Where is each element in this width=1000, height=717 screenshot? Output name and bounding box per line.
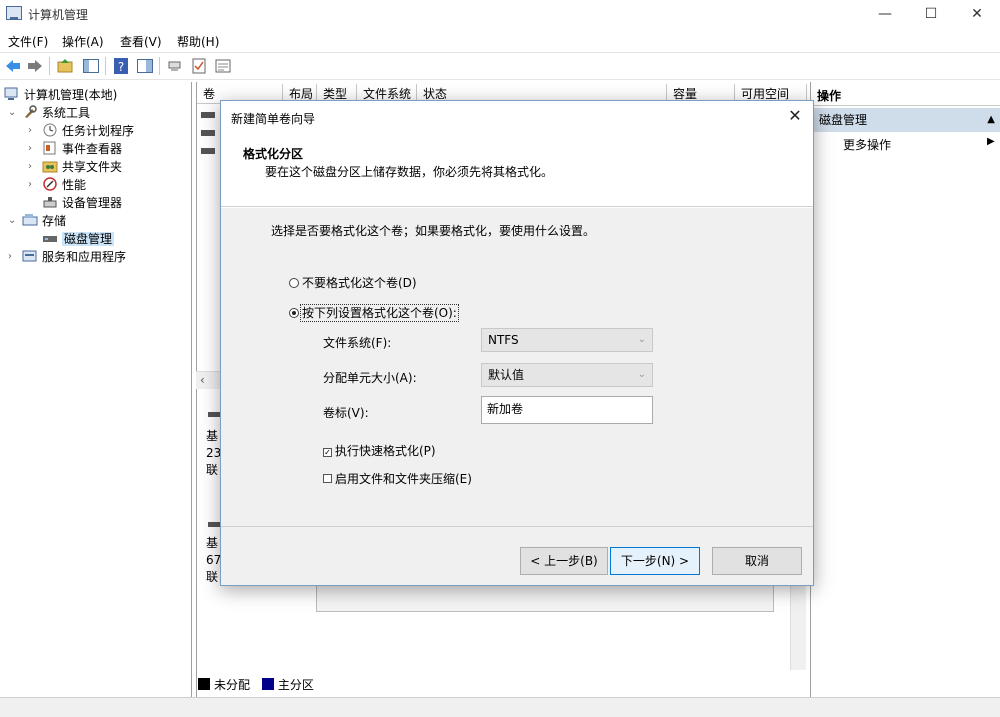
dialog-heading: 格式化分区 bbox=[243, 147, 304, 161]
computer-management-icon bbox=[4, 87, 18, 100]
cancel-button[interactable]: 取消 bbox=[712, 547, 802, 575]
volume-row-icon bbox=[201, 148, 215, 154]
disk-icon bbox=[208, 522, 220, 527]
partition-block[interactable] bbox=[316, 584, 774, 612]
chevron-right-icon[interactable]: › bbox=[28, 158, 38, 176]
menu-bar: 文件(F) 操作(A) 查看(V) 帮助(H) bbox=[0, 30, 1000, 52]
actions-pane: 操作 磁盘管理 ▲ 更多操作 ▶ bbox=[810, 82, 1000, 697]
dialog-header: 格式化分区 要在这个磁盘分区上储存数据，你必须先将其格式化。 bbox=[221, 133, 813, 207]
dialog-subheading: 要在这个磁盘分区上储存数据，你必须先将其格式化。 bbox=[265, 165, 554, 179]
services-icon bbox=[22, 250, 37, 262]
tree-item-disk-management[interactable]: 磁盘管理 bbox=[42, 230, 115, 248]
close-button[interactable]: ✕ bbox=[954, 0, 1000, 30]
performance-icon bbox=[43, 177, 57, 191]
tree-item-device-manager[interactable]: 设备管理器 bbox=[42, 194, 122, 212]
dialog-close-button[interactable]: ✕ bbox=[783, 105, 807, 127]
chevron-right-icon[interactable]: › bbox=[28, 140, 38, 158]
checklist-icon[interactable] bbox=[190, 57, 208, 75]
dialog-footer: < 上一步(B) 下一步(N) > 取消 bbox=[221, 526, 813, 585]
primary-partition-swatch bbox=[261, 678, 274, 690]
filesystem-dropdown[interactable]: NTFS ⌄ bbox=[481, 328, 653, 352]
unallocated-swatch bbox=[198, 678, 210, 690]
menu-view[interactable]: 查看(V) bbox=[120, 33, 162, 50]
device-manager-icon bbox=[43, 197, 57, 208]
back-arrow-icon[interactable] bbox=[4, 57, 22, 75]
window-title: 计算机管理 bbox=[28, 8, 89, 22]
tree-item-storage[interactable]: ⌄ 存储 bbox=[8, 212, 66, 230]
chevron-down-icon[interactable]: ⌄ bbox=[8, 212, 18, 230]
svg-text:?: ? bbox=[118, 60, 124, 74]
action-pane-icon[interactable] bbox=[136, 57, 154, 75]
actions-header: 操作 bbox=[811, 86, 1000, 106]
chevron-right-icon[interactable]: › bbox=[28, 122, 38, 140]
chevron-right-icon[interactable]: › bbox=[8, 248, 18, 266]
navigation-tree: 计算机管理(本地) ⌄ 系统工具 › 任务计划程序 › 事件查看器 › 共享文件… bbox=[0, 82, 192, 697]
toolbar-separator bbox=[49, 57, 50, 75]
format-with-settings-radio[interactable]: 按下列设置格式化这个卷(O): bbox=[289, 304, 459, 322]
help-icon[interactable]: ? bbox=[112, 57, 130, 75]
allocation-unit-dropdown[interactable]: 默认值 ⌄ bbox=[481, 363, 653, 387]
dialog-title: 新建简单卷向导 bbox=[231, 112, 316, 126]
actions-section-disk-management[interactable]: 磁盘管理 ▲ bbox=[811, 108, 1000, 132]
next-button[interactable]: 下一步(N) > bbox=[610, 547, 700, 575]
scroll-left-icon[interactable]: ‹ bbox=[200, 373, 205, 387]
forward-arrow-icon[interactable] bbox=[26, 57, 44, 75]
connect-icon[interactable] bbox=[166, 57, 184, 75]
submenu-arrow-icon[interactable]: ▶ bbox=[987, 136, 995, 147]
maximize-button[interactable]: ☐ bbox=[908, 0, 954, 30]
show-hide-tree-icon[interactable] bbox=[82, 57, 100, 75]
disk-1-info[interactable]: 基 67 联 bbox=[206, 535, 221, 586]
compression-checkbox[interactable]: 启用文件和文件夹压缩(E) bbox=[323, 470, 472, 487]
checkbox-unchecked-icon[interactable] bbox=[323, 474, 332, 483]
properties-icon[interactable] bbox=[214, 57, 232, 75]
tree-item-task-scheduler[interactable]: › 任务计划程序 bbox=[28, 122, 134, 140]
allocation-unit-label: 分配单元大小(A): bbox=[323, 371, 417, 385]
dialog-instruction: 选择是否要格式化这个卷；如果要格式化，要使用什么设置。 bbox=[271, 224, 596, 238]
volume-label-label: 卷标(V): bbox=[323, 406, 369, 420]
toolbar-separator bbox=[105, 57, 106, 75]
disk-icon bbox=[208, 412, 220, 417]
disk-management-icon bbox=[43, 236, 57, 242]
radio-unselected-icon[interactable] bbox=[289, 278, 299, 288]
filesystem-label: 文件系统(F): bbox=[323, 336, 392, 350]
quick-format-checkbox[interactable]: ✓ 执行快速格式化(P) bbox=[323, 442, 436, 459]
menu-file[interactable]: 文件(F) bbox=[8, 33, 48, 50]
tree-item-shared-folders[interactable]: › 共享文件夹 bbox=[28, 158, 122, 176]
more-actions-item[interactable]: 更多操作 bbox=[843, 136, 891, 153]
checkbox-checked-icon[interactable]: ✓ bbox=[323, 448, 332, 457]
collapse-up-icon[interactable]: ▲ bbox=[987, 108, 995, 132]
back-button[interactable]: < 上一步(B) bbox=[520, 547, 608, 575]
tree-item-root[interactable]: 计算机管理(本地) bbox=[4, 86, 117, 104]
event-viewer-icon bbox=[43, 141, 56, 155]
chevron-down-icon[interactable]: ⌄ bbox=[8, 104, 18, 122]
clock-icon bbox=[43, 123, 57, 137]
tree-item-performance[interactable]: › 性能 bbox=[28, 176, 86, 194]
chevron-right-icon[interactable]: › bbox=[28, 176, 38, 194]
legend: 未分配 主分区 bbox=[198, 676, 314, 693]
toolbar-separator bbox=[159, 57, 160, 75]
disk-0-info[interactable]: 基 23 联 bbox=[206, 428, 221, 479]
chevron-down-icon[interactable]: ⌄ bbox=[638, 364, 646, 386]
chevron-down-icon[interactable]: ⌄ bbox=[638, 329, 646, 351]
tree-item-event-viewer[interactable]: › 事件查看器 bbox=[28, 140, 122, 158]
minimize-button[interactable]: — bbox=[862, 0, 908, 30]
volume-label-input[interactable]: 新加卷 bbox=[481, 396, 653, 424]
title-bar: 计算机管理 — ☐ ✕ bbox=[0, 0, 1000, 30]
tools-icon bbox=[25, 105, 37, 118]
radio-selected-icon[interactable] bbox=[289, 308, 299, 318]
tree-item-services-apps[interactable]: › 服务和应用程序 bbox=[8, 248, 126, 266]
storage-icon bbox=[22, 214, 38, 226]
menu-help[interactable]: 帮助(H) bbox=[177, 33, 219, 50]
shared-folder-icon bbox=[42, 161, 58, 173]
tree-item-system-tools[interactable]: ⌄ 系统工具 bbox=[8, 104, 90, 122]
computer-management-icon bbox=[6, 6, 22, 20]
status-bar bbox=[0, 697, 1000, 717]
toolbar: ? bbox=[0, 52, 1000, 80]
menu-action[interactable]: 操作(A) bbox=[62, 33, 104, 50]
volume-row-icon bbox=[201, 130, 215, 136]
no-format-radio[interactable]: 不要格式化这个卷(D) bbox=[289, 274, 417, 291]
up-folder-icon[interactable] bbox=[56, 57, 74, 75]
volume-row-icon bbox=[201, 112, 215, 118]
